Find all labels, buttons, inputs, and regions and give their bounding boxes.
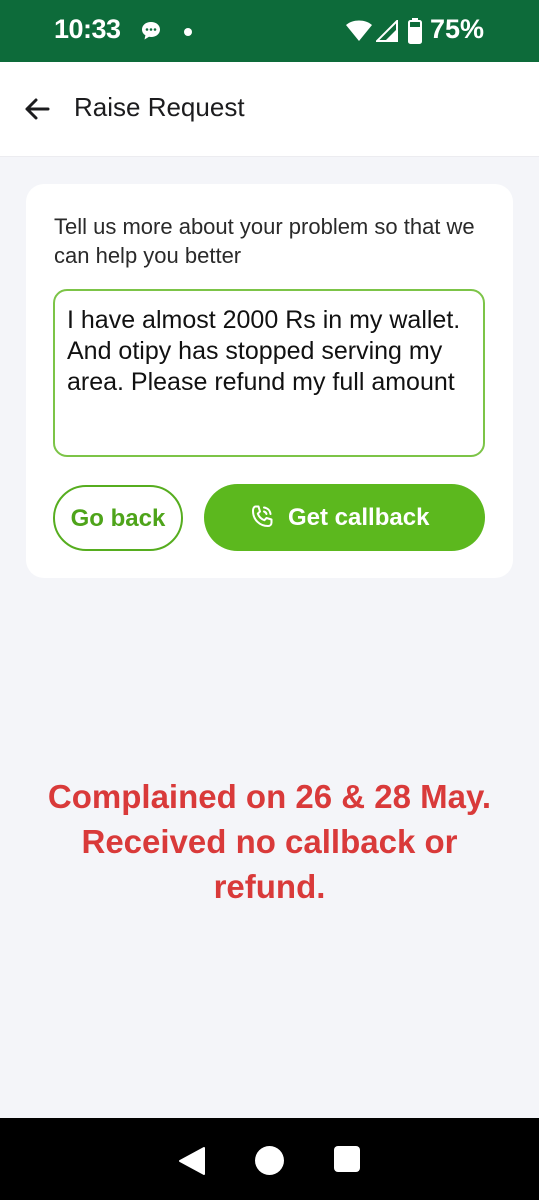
nav-home-icon[interactable] — [255, 1146, 284, 1175]
request-card: Tell us more about your problem so that … — [26, 184, 513, 578]
battery-icon — [408, 18, 422, 44]
problem-description-input[interactable]: I have almost 2000 Rs in my wallet. And … — [53, 289, 485, 457]
get-callback-label: Get callback — [288, 504, 430, 531]
status-bar: 10:33 75% — [0, 0, 539, 62]
back-arrow-icon[interactable] — [22, 94, 52, 124]
nav-back-icon[interactable] — [178, 1146, 206, 1176]
go-back-button[interactable]: Go back — [53, 485, 183, 551]
page-title: Raise Request — [74, 92, 245, 122]
nav-recents-icon[interactable] — [334, 1146, 360, 1172]
get-callback-button[interactable]: Get callback — [204, 484, 485, 551]
battery-percent: 75% — [430, 14, 485, 44]
signal-icon — [376, 20, 398, 42]
problem-prompt: Tell us more about your problem so that … — [54, 214, 475, 268]
status-time: 10:33 — [54, 14, 121, 44]
chat-icon — [142, 22, 160, 40]
complaint-annotation: Complained on 26 & 28 May. Received no c… — [47, 778, 492, 905]
notification-dot-icon — [184, 28, 192, 36]
phone-call-icon — [252, 505, 273, 527]
system-nav-bar — [0, 1118, 539, 1200]
wifi-icon — [346, 20, 372, 41]
app-bar: Raise Request — [0, 62, 539, 157]
